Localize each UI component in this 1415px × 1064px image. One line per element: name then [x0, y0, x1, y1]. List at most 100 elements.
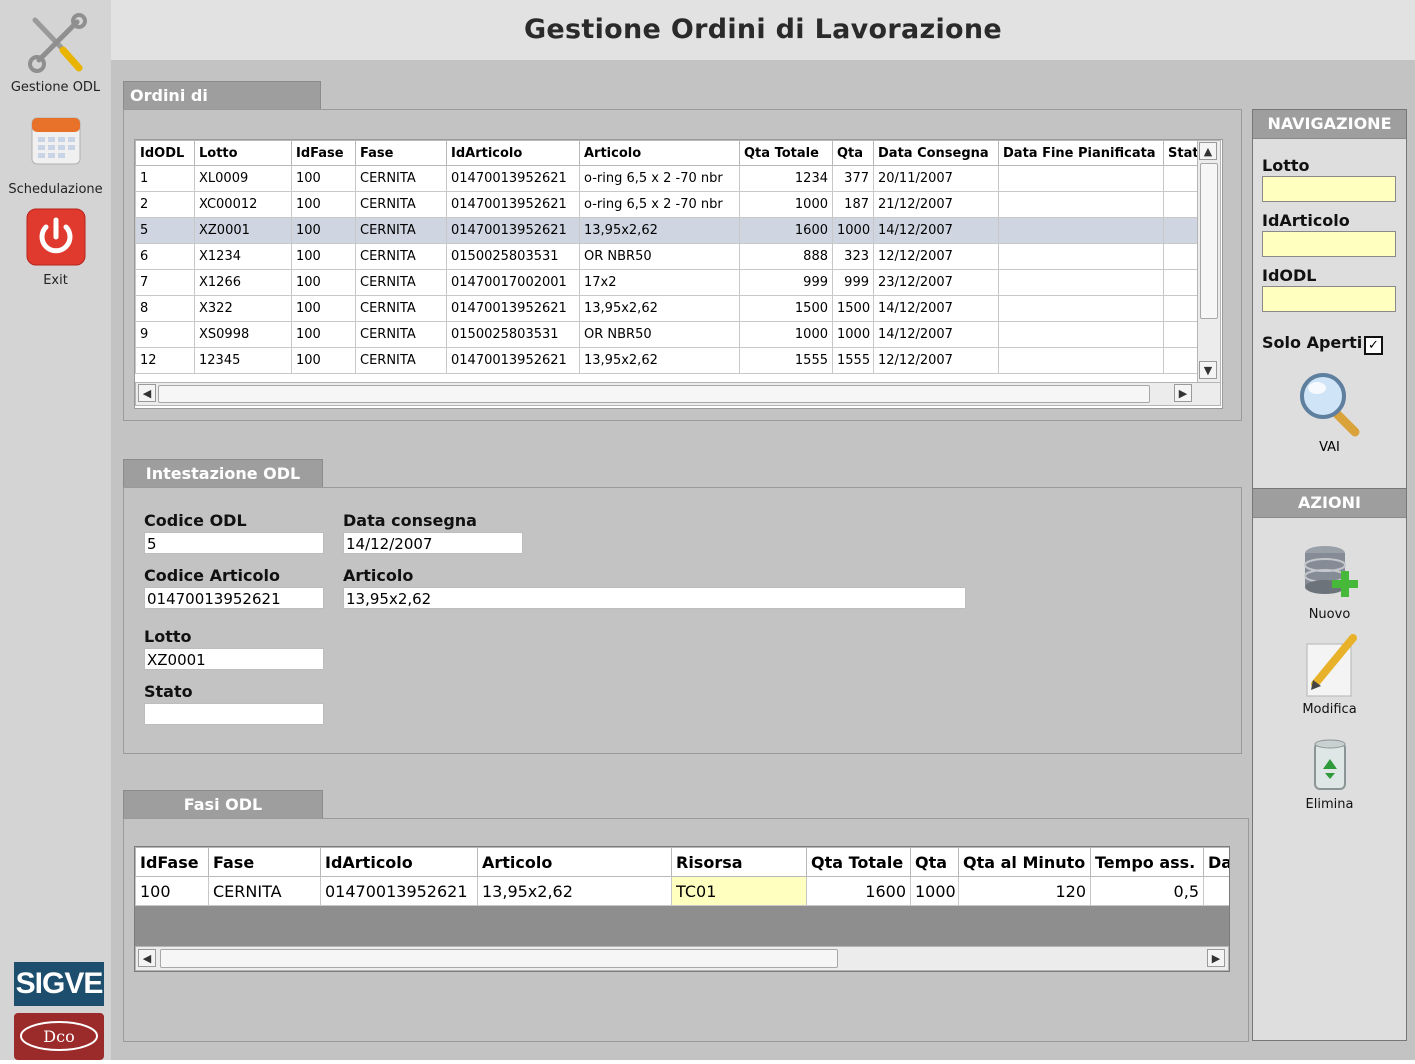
- solo-aperti-checkbox[interactable]: ✓: [1364, 336, 1383, 355]
- column-header[interactable]: Fase: [208, 847, 321, 877]
- table-cell[interactable]: 01470013952621: [320, 876, 478, 906]
- table-cell[interactable]: XZ0001: [194, 217, 292, 244]
- table-row[interactable]: 12 12345 100 CERNITA 01470013952621 13,95x2,6…: [135, 347, 1198, 374]
- table-row[interactable]: 9 XS0998 100 CERNITA 0150025803531 OR NBR50 10…: [135, 321, 1198, 348]
- table-cell[interactable]: CERNITA: [355, 295, 447, 322]
- table-cell[interactable]: 100: [291, 165, 356, 192]
- table-cell[interactable]: 7: [135, 269, 195, 296]
- table-cell[interactable]: 21/12/2007: [873, 191, 999, 218]
- table-cell[interactable]: 323: [832, 243, 874, 270]
- table-cell[interactable]: 20/11/2007: [873, 165, 999, 192]
- table-cell[interactable]: 12/12/2007: [873, 243, 999, 270]
- table-cell[interactable]: 1500: [832, 295, 874, 322]
- stato-field[interactable]: [144, 703, 324, 725]
- nav-idarticolo-input[interactable]: [1262, 231, 1396, 257]
- table-row[interactable]: 100 CERNITA 01470013952621 13,95x2,62 TC…: [135, 876, 1229, 906]
- table-cell[interactable]: 17x2: [579, 269, 740, 296]
- table-cell[interactable]: 1000: [832, 321, 874, 348]
- table-cell[interactable]: 1: [135, 165, 195, 192]
- sidebar-item-schedulazione[interactable]: Schedulazione: [0, 114, 111, 197]
- orders-horizontal-scrollbar[interactable]: ◀ ▶: [135, 382, 1221, 406]
- scroll-thumb[interactable]: [1200, 163, 1218, 319]
- scroll-right-button[interactable]: ▶: [1174, 384, 1192, 402]
- column-header[interactable]: Tempo ass.: [1090, 847, 1204, 877]
- table-cell[interactable]: [1163, 165, 1198, 192]
- table-cell[interactable]: 187: [832, 191, 874, 218]
- table-cell[interactable]: [998, 243, 1164, 270]
- table-cell[interactable]: CERNITA: [355, 191, 447, 218]
- table-cell[interactable]: o-ring 6,5 x 2 -70 nbr: [579, 191, 740, 218]
- table-cell[interactable]: 100: [291, 191, 356, 218]
- column-header[interactable]: Da: [1203, 847, 1229, 877]
- table-cell[interactable]: 1000: [832, 217, 874, 244]
- table-cell[interactable]: [998, 217, 1164, 244]
- table-cell[interactable]: [998, 321, 1164, 348]
- table-cell[interactable]: 01470013952621: [446, 347, 580, 374]
- sidebar-item-exit[interactable]: Exit: [0, 207, 111, 288]
- table-cell[interactable]: CERNITA: [208, 876, 321, 906]
- nav-lotto-input[interactable]: [1262, 176, 1396, 202]
- table-cell[interactable]: 01470013952621: [446, 191, 580, 218]
- table-cell[interactable]: 14/12/2007: [873, 321, 999, 348]
- column-header[interactable]: IdFase: [135, 847, 209, 877]
- table-cell[interactable]: 1500: [739, 295, 833, 322]
- column-header[interactable]: Risorsa: [671, 847, 807, 877]
- scroll-left-button[interactable]: ◀: [138, 949, 156, 967]
- codice-articolo-field[interactable]: 01470013952621: [144, 587, 324, 609]
- table-cell[interactable]: CERNITA: [355, 321, 447, 348]
- table-cell[interactable]: 999: [739, 269, 833, 296]
- table-cell[interactable]: 888: [739, 243, 833, 270]
- table-cell[interactable]: 1000: [739, 321, 833, 348]
- table-row[interactable]: 5 XZ0001 100 CERNITA 01470013952621 13,95x2,6…: [135, 217, 1198, 244]
- scroll-thumb[interactable]: [160, 949, 838, 968]
- table-cell[interactable]: o-ring 6,5 x 2 -70 nbr: [579, 165, 740, 192]
- table-cell[interactable]: 100: [291, 347, 356, 374]
- column-header[interactable]: Qta Totale: [739, 140, 833, 166]
- table-cell[interactable]: 8: [135, 295, 195, 322]
- table-row[interactable]: 2 XC00012 100 CERNITA 01470013952621 o-ring 6…: [135, 191, 1198, 218]
- column-header[interactable]: Lotto: [194, 140, 292, 166]
- scroll-thumb[interactable]: [158, 385, 1150, 403]
- fasi-horizontal-scrollbar[interactable]: ◀ ▶: [135, 946, 1229, 971]
- table-cell[interactable]: 120: [958, 876, 1091, 906]
- table-cell[interactable]: 13,95x2,62: [579, 217, 740, 244]
- table-cell[interactable]: 5: [135, 217, 195, 244]
- table-cell[interactable]: 9: [135, 321, 195, 348]
- table-cell[interactable]: [1163, 321, 1198, 348]
- column-header[interactable]: IdArticolo: [320, 847, 478, 877]
- table-row[interactable]: 8 X322 100 CERNITA 01470013952621 13,95x2,62 1…: [135, 295, 1198, 322]
- column-header[interactable]: Articolo: [579, 140, 740, 166]
- column-header[interactable]: Data Fine Pianificata: [998, 140, 1164, 166]
- table-cell[interactable]: 100: [291, 243, 356, 270]
- table-cell[interactable]: 100: [291, 269, 356, 296]
- table-cell[interactable]: [1203, 876, 1229, 906]
- table-cell[interactable]: 01470017002001: [446, 269, 580, 296]
- table-cell[interactable]: XS0998: [194, 321, 292, 348]
- table-cell[interactable]: 13,95x2,62: [579, 347, 740, 374]
- data-consegna-field[interactable]: 14/12/2007: [343, 532, 523, 554]
- table-row[interactable]: 1 XL0009 100 CERNITA 01470013952621 o-ring 6,…: [135, 165, 1198, 192]
- table-cell[interactable]: XC00012: [194, 191, 292, 218]
- table-cell[interactable]: 14/12/2007: [873, 295, 999, 322]
- table-row[interactable]: 6 X1234 100 CERNITA 0150025803531 OR NBR50 888…: [135, 243, 1198, 270]
- table-cell[interactable]: 23/12/2007: [873, 269, 999, 296]
- column-header[interactable]: Fase: [355, 140, 447, 166]
- column-header[interactable]: IdODL: [135, 140, 195, 166]
- elimina-button[interactable]: Elimina: [1253, 737, 1406, 812]
- nuovo-button[interactable]: Nuovo: [1253, 541, 1406, 622]
- table-cell[interactable]: 1555: [739, 347, 833, 374]
- orders-vertical-scrollbar[interactable]: ▲ ▼: [1197, 140, 1221, 384]
- table-cell[interactable]: 0150025803531: [446, 321, 580, 348]
- table-cell[interactable]: CERNITA: [355, 347, 447, 374]
- table-cell[interactable]: 6: [135, 243, 195, 270]
- table-cell[interactable]: [998, 191, 1164, 218]
- table-cell[interactable]: 12/12/2007: [873, 347, 999, 374]
- column-header[interactable]: Qta Totale: [806, 847, 911, 877]
- lotto-field[interactable]: XZ0001: [144, 648, 324, 670]
- table-cell[interactable]: X1234: [194, 243, 292, 270]
- table-cell[interactable]: 377: [832, 165, 874, 192]
- table-cell[interactable]: [998, 347, 1164, 374]
- table-cell[interactable]: OR NBR50: [579, 321, 740, 348]
- table-row[interactable]: 7 X1266 100 CERNITA 01470017002001 17x2 999 999…: [135, 269, 1198, 296]
- table-cell[interactable]: [1163, 295, 1198, 322]
